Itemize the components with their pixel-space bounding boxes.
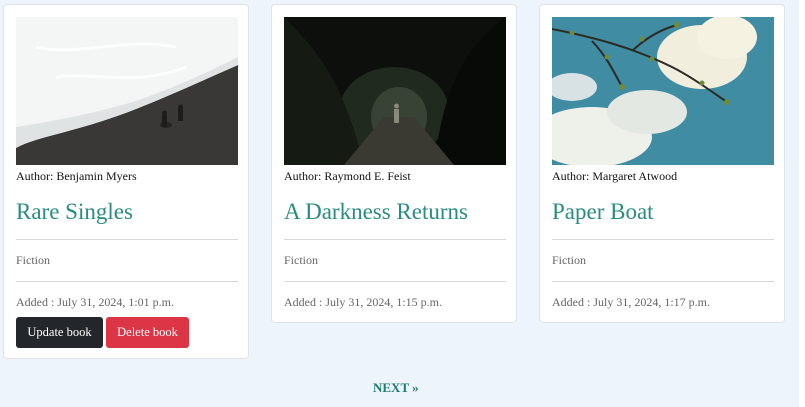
update-book-button[interactable]: Update book — [16, 317, 103, 348]
book-title: Paper Boat — [552, 199, 654, 224]
book-card: Author: Benjamin Myers Rare Singles Fict… — [3, 4, 249, 359]
book-author: Author: Margaret Atwood — [552, 169, 678, 183]
forest-image — [284, 17, 506, 165]
scrollbar[interactable] — [799, 0, 805, 407]
book-genre: Fiction — [552, 253, 587, 267]
book-title: Rare Singles — [16, 199, 133, 224]
book-author: Author: Benjamin Myers — [16, 169, 137, 183]
book-added-date: Added : July 31, 2024, 1:15 p.m. — [284, 295, 442, 309]
book-genre: Fiction — [284, 253, 319, 267]
book-added-date: Added : July 31, 2024, 1:17 p.m. — [552, 295, 710, 309]
next-page-link[interactable]: NEXT » — [373, 380, 419, 396]
book-genre: Fiction — [16, 253, 51, 267]
divider — [552, 281, 774, 282]
delete-book-button[interactable]: Delete book — [106, 317, 189, 348]
divider — [16, 281, 238, 282]
book-title: A Darkness Returns — [284, 199, 468, 224]
divider — [284, 239, 506, 240]
sky-branch-image — [552, 17, 774, 165]
book-card: Author: Margaret Atwood Paper Boat Ficti… — [539, 4, 785, 323]
book-author: Author: Raymond E. Feist — [284, 169, 411, 183]
book-added-date: Added : July 31, 2024, 1:01 p.m. — [16, 295, 174, 309]
book-card: Author: Raymond E. Feist A Darkness Retu… — [271, 4, 517, 323]
divider — [552, 239, 774, 240]
divider — [16, 239, 238, 240]
divider — [284, 281, 506, 282]
beach-image — [16, 17, 238, 165]
